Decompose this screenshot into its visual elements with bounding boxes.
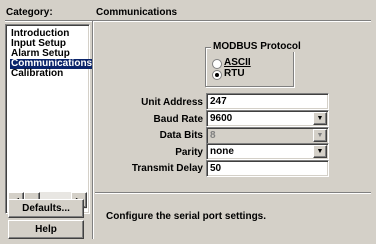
rtu-radio[interactable] xyxy=(212,70,222,80)
baud-rate-value: 9600 xyxy=(210,113,233,124)
transmit-delay-input[interactable]: 50 xyxy=(206,160,329,177)
header-divider xyxy=(5,20,371,22)
description-divider xyxy=(95,192,371,194)
parity-value: none xyxy=(210,146,234,157)
category-item-calibration[interactable]: Calibration xyxy=(10,69,64,79)
parity-dropdown-icon[interactable]: ▼ xyxy=(313,145,327,158)
modbus-group-title: MODBUS Protocol xyxy=(211,41,303,52)
parity-label: Parity xyxy=(175,147,203,158)
defaults-button[interactable]: Defaults... xyxy=(8,199,84,218)
parity-combo[interactable]: none ▼ xyxy=(206,143,329,160)
rtu-radio-label[interactable]: RTU xyxy=(224,68,245,79)
description-text: Configure the serial port settings. xyxy=(106,211,267,222)
section-header: Communications xyxy=(96,7,178,18)
help-button[interactable]: Help xyxy=(8,220,84,239)
category-list[interactable]: Introduction Input Setup Alarm Setup Com… xyxy=(5,24,94,214)
ascii-radio-label[interactable]: ASCII xyxy=(224,57,251,68)
unit-address-input[interactable]: 247 xyxy=(206,93,329,110)
transmit-delay-label: Transmit Delay xyxy=(131,163,203,174)
ascii-radio[interactable] xyxy=(212,59,222,69)
category-header: Category: xyxy=(6,7,53,18)
baud-rate-dropdown-icon[interactable]: ▼ xyxy=(313,112,327,125)
data-bits-label: Data Bits xyxy=(159,130,203,141)
data-bits-value: 8 xyxy=(210,130,216,141)
data-bits-combo: 8 ▼ xyxy=(206,127,329,144)
baud-rate-combo[interactable]: 9600 ▼ xyxy=(206,110,329,127)
rtu-radio-dot xyxy=(215,73,219,77)
baud-rate-label: Baud Rate xyxy=(153,114,203,125)
unit-address-label: Unit Address xyxy=(141,97,203,108)
data-bits-dropdown-icon: ▼ xyxy=(313,129,327,142)
